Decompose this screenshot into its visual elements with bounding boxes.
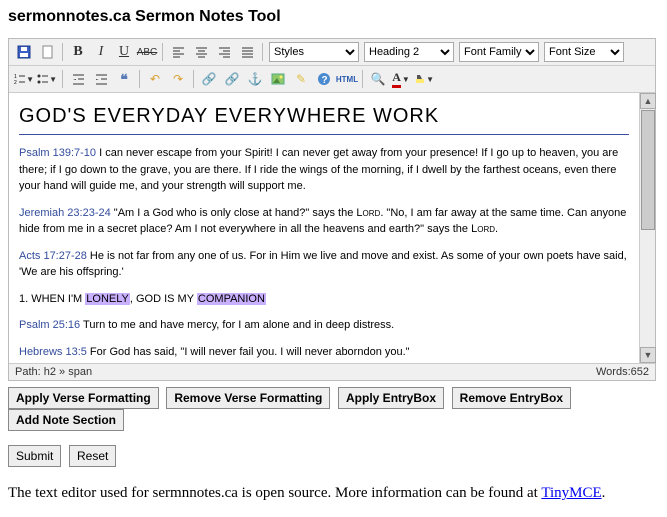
verse-ref: Jeremiah 23:23-24 xyxy=(19,207,111,219)
apply-verse-button[interactable]: Apply Verse Formatting xyxy=(8,387,159,409)
verse-ref: Psalm 139:7-10 xyxy=(19,147,96,159)
scroll-thumb[interactable] xyxy=(641,110,655,230)
redo-button[interactable]: ↷ xyxy=(167,68,189,90)
heading-rule xyxy=(19,134,629,135)
cleanup-button[interactable]: ✎ xyxy=(290,68,312,90)
apply-entrybox-button[interactable]: Apply EntryBox xyxy=(338,387,444,409)
editor: B I U ABC Styles Heading 2 Font Family F… xyxy=(8,38,656,381)
verse-paragraph: Jeremiah 23:23-24 "Am I a God who is onl… xyxy=(19,205,629,238)
ordered-list-button[interactable]: 12▼ xyxy=(13,68,35,90)
toolbar-row-2: 12▼ ▼ ❝ ↶ ↷ 🔗 🔗 ⚓ ✎ ? HTML 🔍 A▼ ▼ xyxy=(9,66,655,93)
separator xyxy=(162,43,163,61)
align-left-button[interactable] xyxy=(167,41,189,63)
image-button[interactable] xyxy=(267,68,289,90)
action-buttons: Apply Verse Formatting Remove Verse Form… xyxy=(8,387,659,431)
help-button[interactable]: ? xyxy=(313,68,335,90)
verse-paragraph: Psalm 139:7-10 I can never escape from y… xyxy=(19,145,629,195)
blockquote-button[interactable]: ❝ xyxy=(113,68,135,90)
page-title: sermonnotes.ca Sermon Notes Tool xyxy=(8,8,659,26)
svg-text:?: ? xyxy=(322,75,328,86)
entry-box: COMPANION xyxy=(197,293,266,305)
font-size-select[interactable]: Font Size xyxy=(544,42,624,62)
align-right-button[interactable] xyxy=(213,41,235,63)
find-button[interactable]: 🔍 xyxy=(367,68,389,90)
vertical-scrollbar[interactable]: ▲ ▼ xyxy=(639,93,655,363)
align-justify-button[interactable] xyxy=(236,41,258,63)
remove-verse-button[interactable]: Remove Verse Formatting xyxy=(166,387,330,409)
footnote: The text editor used for sermnnotes.ca i… xyxy=(8,485,659,502)
entry-box: LONELY xyxy=(85,293,130,305)
verse-paragraph: Psalm 25:16 Turn to me and have mercy, f… xyxy=(19,317,629,334)
outdent-button[interactable] xyxy=(67,68,89,90)
verse-paragraph: Hebrews 13:5 For God has said, "I will n… xyxy=(19,344,629,361)
separator xyxy=(62,70,63,88)
form-buttons: Submit Reset xyxy=(8,445,659,467)
separator xyxy=(362,70,363,88)
scroll-up-button[interactable]: ▲ xyxy=(640,93,656,109)
save-icon[interactable] xyxy=(13,41,35,63)
italic-button[interactable]: I xyxy=(90,41,112,63)
verse-ref: Hebrews 13:5 xyxy=(19,346,87,358)
separator xyxy=(62,43,63,61)
status-bar: Path: h2 » span Words:652 xyxy=(9,363,655,380)
indent-button[interactable] xyxy=(90,68,112,90)
align-center-button[interactable] xyxy=(190,41,212,63)
content-area: GOD'S EVERYDAY EVERYWHERE WORK Psalm 139… xyxy=(9,93,655,363)
bold-button[interactable]: B xyxy=(67,41,89,63)
anchor-button[interactable]: ⚓ xyxy=(244,68,266,90)
format-select[interactable]: Heading 2 xyxy=(364,42,454,62)
undo-button[interactable]: ↶ xyxy=(144,68,166,90)
verse-ref: Acts 17:27-28 xyxy=(19,250,87,262)
html-button[interactable]: HTML xyxy=(336,68,358,90)
add-note-section-button[interactable]: Add Note Section xyxy=(8,409,124,431)
separator xyxy=(193,70,194,88)
remove-entrybox-button[interactable]: Remove EntryBox xyxy=(452,387,571,409)
separator xyxy=(262,43,263,61)
reset-button[interactable]: Reset xyxy=(69,445,116,467)
svg-text:2: 2 xyxy=(14,80,17,85)
backcolor-button[interactable]: ▼ xyxy=(413,68,435,90)
separator xyxy=(139,70,140,88)
newdoc-icon[interactable] xyxy=(36,41,58,63)
toolbar-row-1: B I U ABC Styles Heading 2 Font Family F… xyxy=(9,39,655,66)
fill-in-line: 1. WHEN I'M LONELY, GOD IS MY COMPANION xyxy=(19,291,629,308)
unlink-button[interactable]: 🔗 xyxy=(221,68,243,90)
submit-button[interactable]: Submit xyxy=(8,445,61,467)
strikethrough-button[interactable]: ABC xyxy=(136,41,158,63)
unordered-list-button[interactable]: ▼ xyxy=(36,68,58,90)
styles-select[interactable]: Styles xyxy=(269,42,359,62)
word-count: Words:652 xyxy=(596,366,649,378)
tinymce-link[interactable]: TinyMCE xyxy=(541,485,601,501)
forecolor-button[interactable]: A▼ xyxy=(390,68,412,90)
editor-content[interactable]: GOD'S EVERYDAY EVERYWHERE WORK Psalm 139… xyxy=(9,93,639,363)
verse-ref: Psalm 25:16 xyxy=(19,319,80,331)
sermon-heading: GOD'S EVERYDAY EVERYWHERE WORK xyxy=(19,105,629,128)
element-path[interactable]: Path: h2 » span xyxy=(15,366,92,378)
font-family-select[interactable]: Font Family xyxy=(459,42,539,62)
verse-paragraph: Acts 17:27-28 He is not far from any one… xyxy=(19,248,629,281)
underline-button[interactable]: U xyxy=(113,41,135,63)
link-button[interactable]: 🔗 xyxy=(198,68,220,90)
scroll-down-button[interactable]: ▼ xyxy=(640,347,656,363)
